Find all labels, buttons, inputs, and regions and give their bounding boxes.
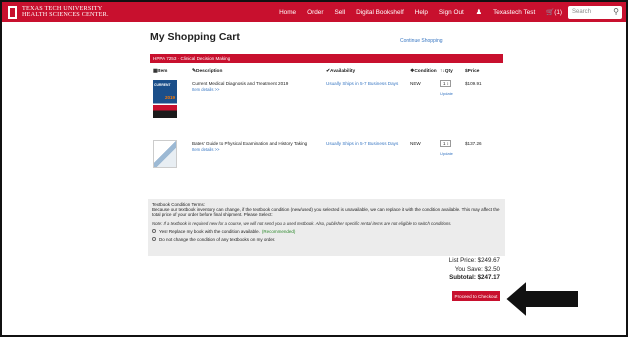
availability-link[interactable]: Usually Ships in 5-7 Business Days <box>326 141 398 146</box>
option-replace[interactable]: Yes! Replace my book with the condition … <box>152 229 501 234</box>
cart-count: (1) <box>554 9 562 16</box>
qty-value: 1 <box>443 141 446 146</box>
logo-line2: HEALTH SCIENCES CENTER. <box>22 11 109 18</box>
terms-note: Note: If a textbook is required new for … <box>152 220 452 226</box>
col-description: ✎ Description <box>192 69 223 74</box>
continue-shopping-link[interactable]: Continue Shopping <box>400 38 443 44</box>
item-title: Current Medical Diagnosis and Treatment … <box>192 81 289 86</box>
col-condition: ❖ Condition <box>410 69 437 74</box>
book-cover-image[interactable]: CURRENT 2019 <box>153 80 177 118</box>
nav-menu: Home Order Sell Digital Bookshelf Help S… <box>268 2 622 22</box>
pointer-arrow-icon <box>503 278 580 320</box>
col-qty: ↑↓ Qty <box>440 69 453 74</box>
university-logo[interactable]: TEXAS TECH UNIVERSITY HEALTH SCIENCES CE… <box>8 2 109 22</box>
update-link[interactable]: Update <box>440 91 453 96</box>
search-input[interactable]: Search ⚲ <box>568 5 622 19</box>
nav-help[interactable]: Help <box>415 9 428 16</box>
cart-icon: 🛒 <box>546 9 555 16</box>
logo-icon <box>8 5 17 19</box>
col-item: ▦ Item <box>153 69 168 74</box>
item-details-link[interactable]: Item details >> <box>192 87 219 92</box>
cover-year: 2019 <box>164 95 175 100</box>
radio-no-change[interactable] <box>152 237 156 242</box>
subtotal: Subtotal: $247.17 <box>449 274 500 282</box>
condition-terms-box: Textbook Condition Terms: Because our te… <box>148 199 505 256</box>
order-totals: List Price: $249.67 You Save: $2.50 Subt… <box>449 257 500 283</box>
nav-order[interactable]: Order <box>307 9 323 16</box>
qty-value: 1 <box>443 81 446 86</box>
book-cover-image[interactable] <box>153 140 177 168</box>
option-no-change-label: Do not change the condition of any textb… <box>159 236 276 242</box>
item-title: Bates' Guide to Physical Examination and… <box>192 141 308 146</box>
availability-link[interactable]: Usually Ships in 5-7 Business Days <box>326 81 398 86</box>
page-title: My Shopping Cart <box>150 31 240 43</box>
col-availability: ✔ Availability <box>326 69 356 74</box>
col-price: $ Price <box>465 69 480 74</box>
you-save: You Save: $2.50 <box>454 265 500 273</box>
terms-body: Because our textbook inventory can chang… <box>152 207 500 218</box>
proceed-to-checkout-button[interactable]: Proceed to Checkout <box>452 291 500 301</box>
logo-text: TEXAS TECH UNIVERSITY HEALTH SCIENCES CE… <box>22 5 109 19</box>
nav-user-name[interactable]: Texastech Test <box>493 9 535 16</box>
nav-sell[interactable]: Sell <box>334 9 345 16</box>
course-band: HPPA 7253 · Clinical Decision Making <box>150 54 503 63</box>
top-nav-bar: TEXAS TECH UNIVERSITY HEALTH SCIENCES CE… <box>2 2 626 22</box>
price-value: $137.26 <box>465 141 482 146</box>
condition-value: NEW <box>410 81 421 86</box>
price-value: $109.91 <box>465 81 482 86</box>
cover-label: CURRENT <box>154 83 171 87</box>
option-replace-label: Yes! Replace my book with the condition … <box>159 228 260 234</box>
quantity-select[interactable]: 1 ↕ <box>440 80 451 87</box>
nav-home[interactable]: Home <box>279 9 296 16</box>
nav-digital-bookshelf[interactable]: Digital Bookshelf <box>356 9 404 16</box>
item-details-link[interactable]: Item details >> <box>192 147 219 152</box>
radio-replace[interactable] <box>152 229 156 234</box>
condition-value: NEW <box>410 141 421 146</box>
cart-link[interactable]: 🛒(1) <box>546 8 562 16</box>
search-icon[interactable]: ⚲ <box>613 7 619 16</box>
quantity-select[interactable]: 1 ↕ <box>440 140 451 147</box>
recommended-tag: (Recommended) <box>261 228 296 234</box>
user-icon[interactable]: ♟ <box>476 8 482 16</box>
search-placeholder: Search <box>572 9 592 15</box>
course-label: HPPA 7253 · Clinical Decision Making <box>153 56 231 61</box>
cart-table-header: ▦ Item ✎ Description ✔ Availability ❖ Co… <box>150 69 503 77</box>
nav-sign-out[interactable]: Sign Out <box>439 9 464 16</box>
list-price: List Price: $249.67 <box>448 257 500 264</box>
update-link[interactable]: Update <box>440 151 453 156</box>
option-no-change[interactable]: Do not change the condition of any textb… <box>152 237 501 242</box>
